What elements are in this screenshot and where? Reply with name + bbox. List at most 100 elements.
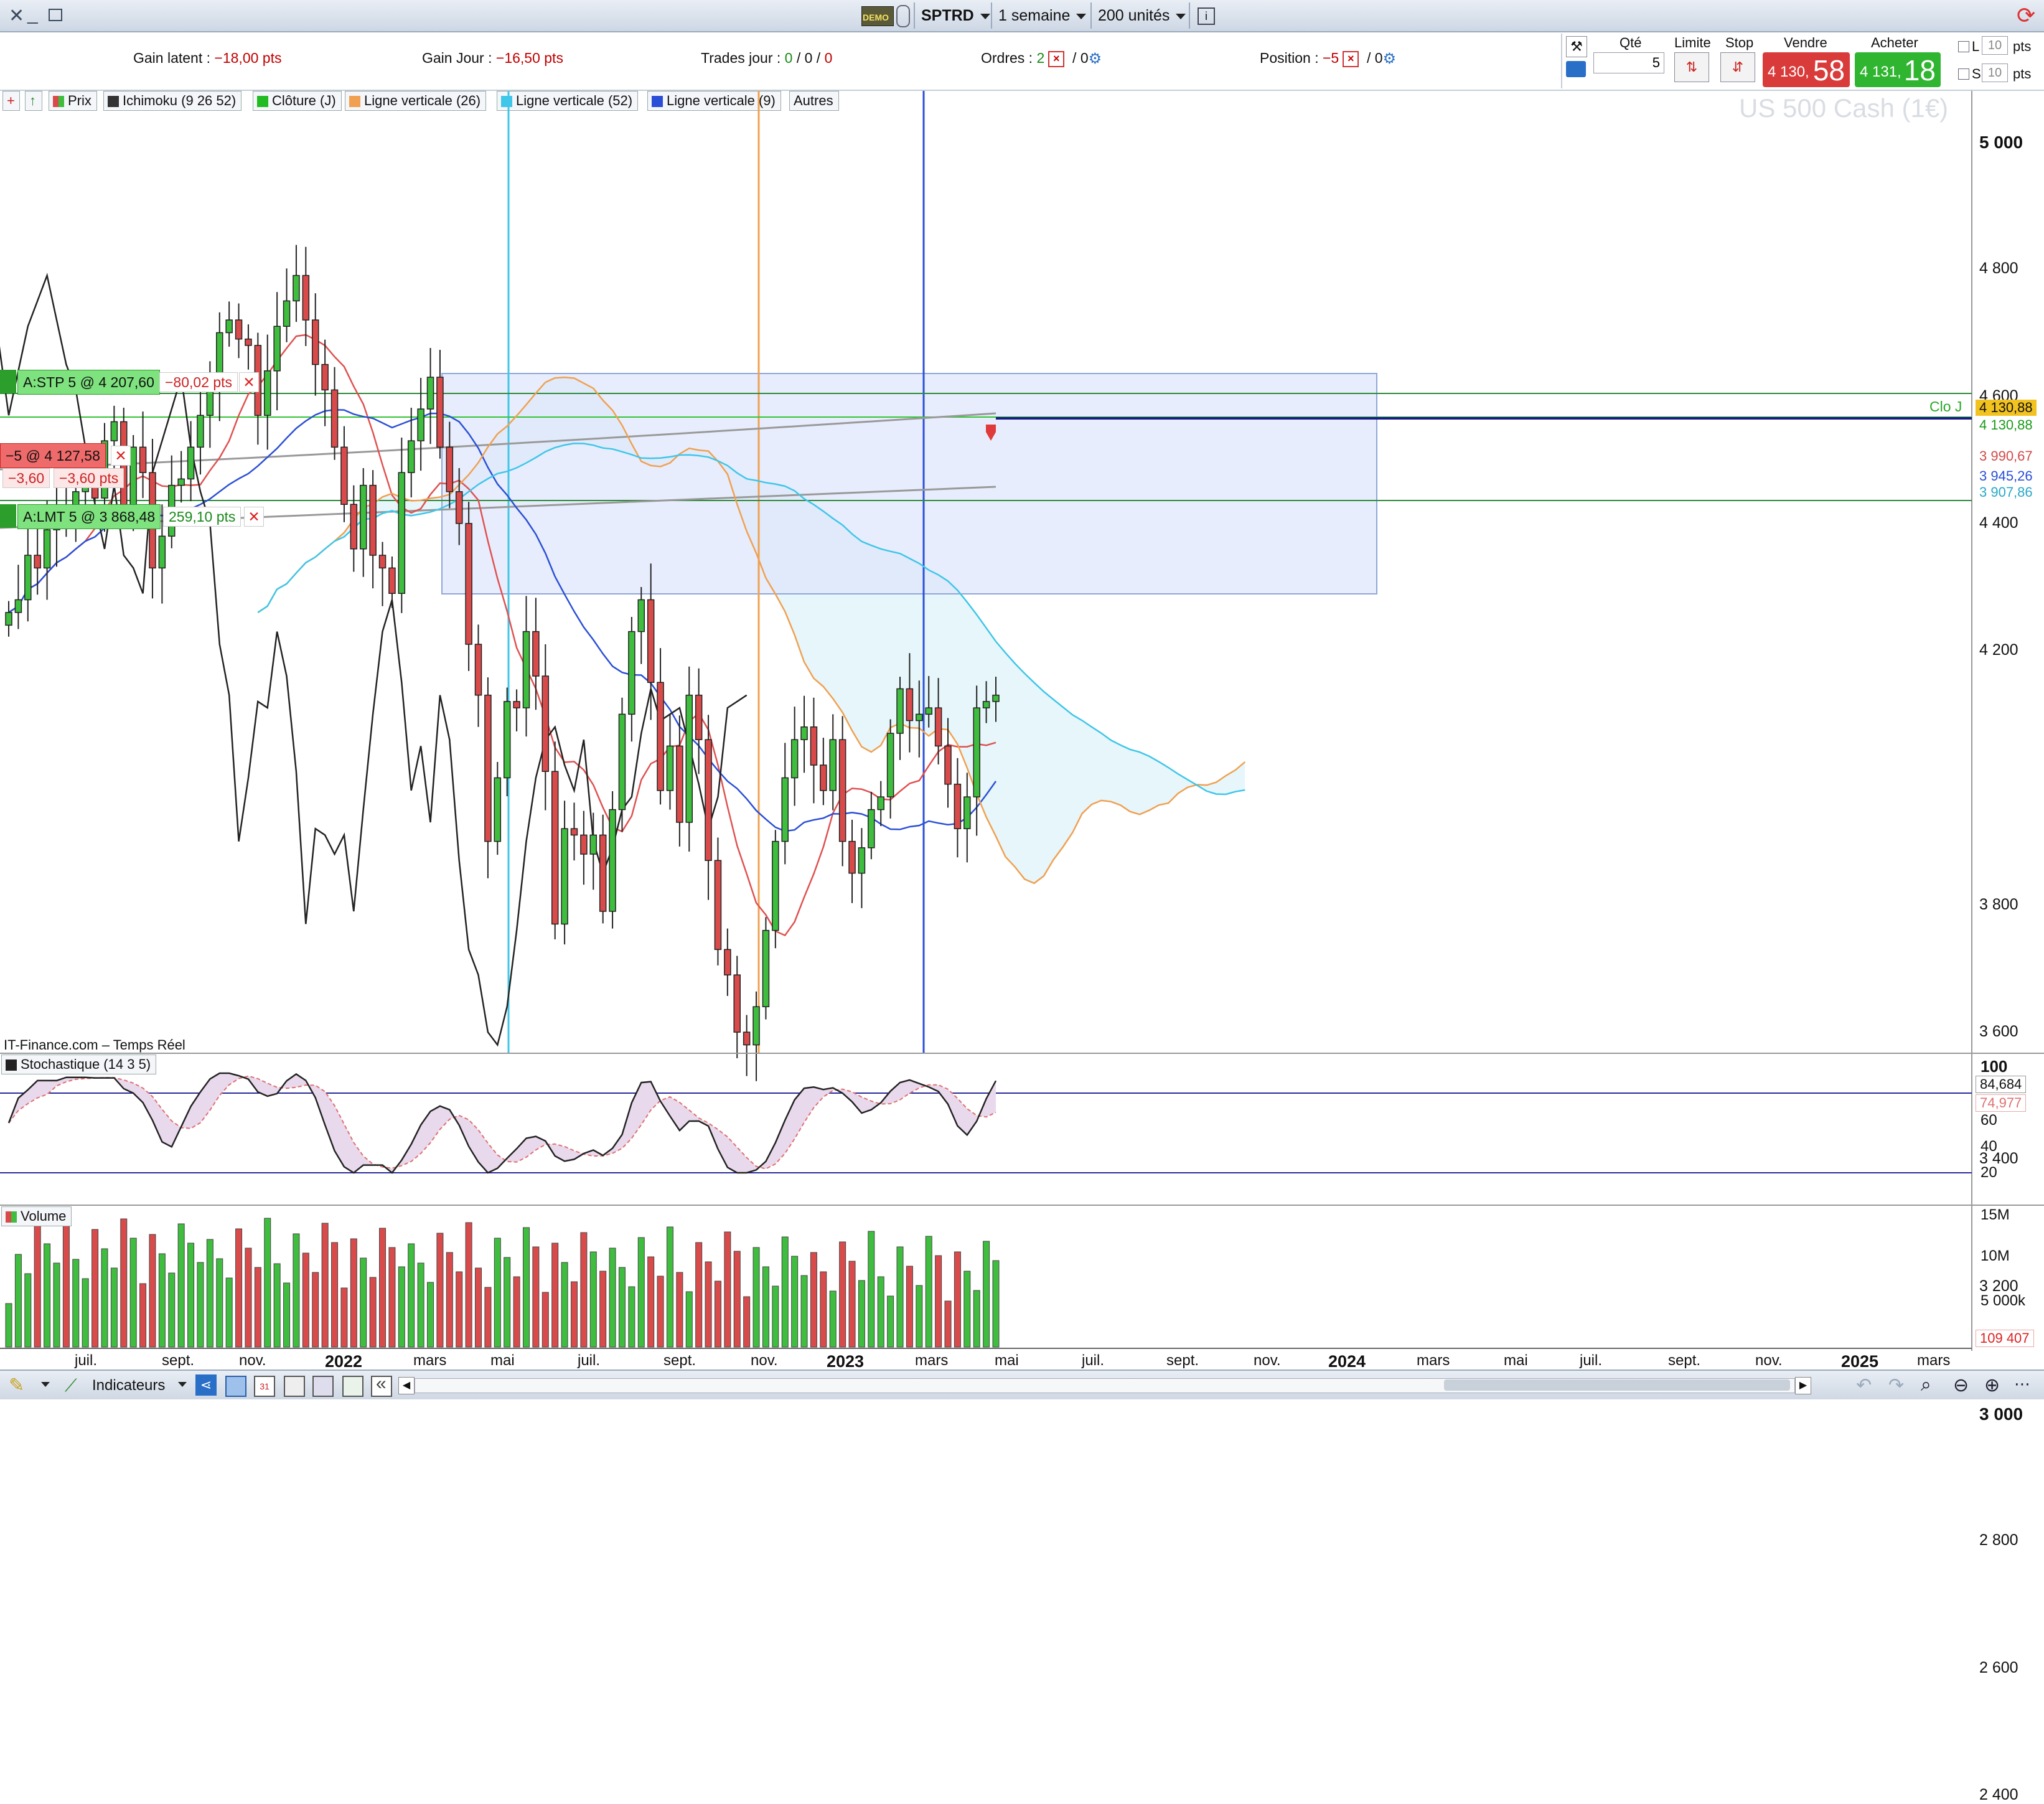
drag-handle-icon[interactable]	[0, 370, 16, 393]
volume-bar	[149, 1234, 156, 1348]
volume-bar	[935, 1255, 942, 1348]
position-pl-a: −3,60	[2, 468, 50, 488]
candle-body	[311, 319, 319, 365]
candle-body	[790, 739, 799, 779]
candle-body	[503, 701, 511, 779]
zoom-in-icon[interactable]: ⊕	[1984, 1374, 2000, 1396]
candle-body	[321, 364, 329, 391]
zone-rectangle[interactable]	[441, 373, 1377, 594]
volume-bar	[177, 1223, 185, 1348]
stochastic-title[interactable]: Stochastique (14 3 5)	[1, 1055, 157, 1074]
save-icon[interactable]	[225, 1376, 246, 1397]
price-tag-close-yellow: 4 130,88	[1976, 400, 2037, 416]
candle-body	[446, 446, 454, 492]
volume-bar	[762, 1266, 769, 1348]
x-axis-label: mars	[413, 1352, 447, 1369]
candle-body	[494, 777, 502, 842]
candle-body	[705, 739, 712, 862]
watermark: US 500 Cash (1€)	[1739, 93, 1949, 123]
x-axis-label: mars	[1417, 1352, 1450, 1369]
compare-icon[interactable]	[342, 1376, 363, 1397]
candle-body	[886, 733, 894, 797]
volume-bar	[705, 1261, 712, 1348]
volume-bar	[657, 1275, 664, 1348]
candle-body	[177, 478, 185, 486]
scroll-left-icon[interactable]: ◀	[398, 1377, 415, 1394]
candle-body	[197, 415, 204, 448]
volume-bar	[168, 1272, 176, 1348]
close-position-chart-icon[interactable]: ✕	[111, 446, 131, 466]
candle-body	[369, 484, 377, 556]
volume-bar	[676, 1272, 683, 1348]
y-axis-label: 4 200	[1979, 641, 2018, 659]
cancel-limit-icon[interactable]: ✕	[244, 507, 264, 527]
volume-bar	[321, 1223, 329, 1348]
draw-tool-icon[interactable]: ✎	[9, 1374, 24, 1396]
indicators-icon[interactable]: ⟋	[65, 1376, 77, 1396]
candle-body	[5, 612, 12, 626]
x-axis-label: sept.	[1668, 1352, 1701, 1369]
x-axis-label: mai	[490, 1352, 515, 1369]
cancel-stop-icon[interactable]: ✕	[239, 372, 259, 392]
volume-bar	[5, 1303, 12, 1348]
candle-body	[570, 828, 578, 836]
candle-body	[474, 644, 482, 696]
volume-bar	[494, 1238, 501, 1348]
candle-body	[235, 319, 243, 340]
candle-body	[916, 713, 923, 721]
scroll-right-icon[interactable]: ▶	[1795, 1377, 1811, 1394]
scrollbar-thumb[interactable]	[1444, 1379, 1790, 1391]
x-axis-label: mars	[915, 1352, 949, 1369]
x-axis-label: nov.	[751, 1352, 778, 1369]
volume-bar	[781, 1236, 789, 1348]
volume-bar	[752, 1247, 760, 1348]
volume-title[interactable]: Volume	[1, 1206, 72, 1226]
volume-swatch	[6, 1211, 17, 1223]
screenshot-icon[interactable]	[312, 1376, 334, 1397]
chevron-down-icon[interactable]	[41, 1382, 50, 1387]
indicators-button[interactable]: Indicateurs	[92, 1377, 165, 1394]
x-axis-label: 2024	[1328, 1352, 1366, 1371]
volume-last: 109 407	[1976, 1330, 2034, 1347]
volume-bar	[417, 1262, 424, 1348]
drag-handle-icon[interactable]	[0, 504, 16, 528]
x-axis-label: nov.	[239, 1352, 266, 1369]
volume-bar	[101, 1248, 108, 1348]
more-icon[interactable]: ⋯	[2014, 1374, 2030, 1394]
limit-order-pts: 259,10 pts	[163, 507, 241, 527]
volume-bar	[72, 1259, 80, 1348]
candle-body	[848, 840, 856, 874]
volume-bar	[427, 1282, 434, 1348]
zoom-out-icon[interactable]: ⊖	[1953, 1374, 1969, 1396]
volume-bar	[954, 1251, 961, 1348]
volume-bar	[14, 1254, 22, 1348]
chevron-down-icon[interactable]	[178, 1382, 187, 1387]
zoom-select-icon[interactable]: ⌕	[1921, 1374, 1931, 1396]
x-axis-label: 2023	[827, 1352, 865, 1371]
layout-icon[interactable]	[284, 1376, 305, 1397]
volume-bar	[916, 1285, 923, 1348]
candle-body	[273, 326, 281, 372]
price-chart[interactable]	[0, 0, 2044, 1369]
volume-bar	[580, 1232, 588, 1348]
candle-body	[43, 529, 51, 569]
x-axis-label: 2022	[325, 1352, 363, 1371]
candle-body	[752, 1006, 760, 1046]
redo-icon[interactable]: ↷	[1888, 1374, 1904, 1396]
volume-bar	[245, 1247, 252, 1348]
undo-icon[interactable]: ↶	[1856, 1374, 1872, 1396]
share-icon[interactable]: ⋖	[195, 1374, 217, 1396]
volume-bar	[714, 1280, 721, 1348]
candle-body	[388, 567, 396, 594]
stoch-label-60: 60	[1981, 1112, 1997, 1129]
double-left-icon[interactable]: «	[376, 1373, 387, 1394]
x-axis-label: nov.	[1254, 1352, 1281, 1369]
candle-body	[877, 796, 884, 810]
volume-bar	[820, 1271, 827, 1348]
volume-bar	[896, 1246, 904, 1348]
calendar-icon[interactable]: 31	[254, 1376, 275, 1397]
volume-bar	[110, 1267, 118, 1348]
volume-bar	[456, 1271, 463, 1348]
sell-arrow-stem	[986, 425, 996, 432]
x-axis-label: juil.	[75, 1352, 98, 1369]
